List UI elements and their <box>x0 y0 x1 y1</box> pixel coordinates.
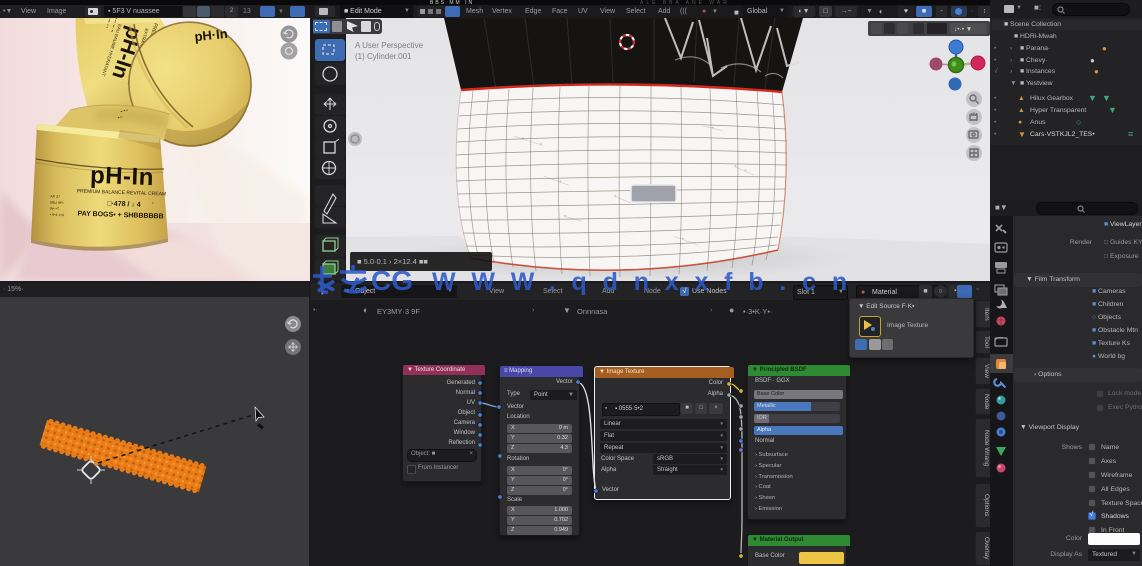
svg-text:pH-In: pH-In <box>90 162 155 191</box>
svg-text:6BU 9P•: 6BU 9P• <box>50 201 65 205</box>
svg-text:□·478 / ↓ 4: □·478 / ↓ 4 <box>107 201 141 209</box>
svg-text:•·: •· <box>152 200 155 205</box>
svg-text:CG: CG <box>371 265 413 296</box>
svg-text:(1) Cylinder.001: (1) Cylinder.001 <box>355 52 412 61</box>
svg-text:WWW.qdnxxfb.cn: WWW.qdnxxfb.cn <box>432 268 863 296</box>
svg-text:W•·•T: W•·•T <box>50 207 60 211</box>
svg-text:↕•·• ▼: ↕•·• ▼ <box>954 26 972 33</box>
svg-text:•·9•4·1•A: •·9•4·1•A <box>50 213 65 218</box>
svg-text:A User Perspective: A User Perspective <box>355 41 424 50</box>
svg-text:AP 37: AP 37 <box>50 195 60 199</box>
